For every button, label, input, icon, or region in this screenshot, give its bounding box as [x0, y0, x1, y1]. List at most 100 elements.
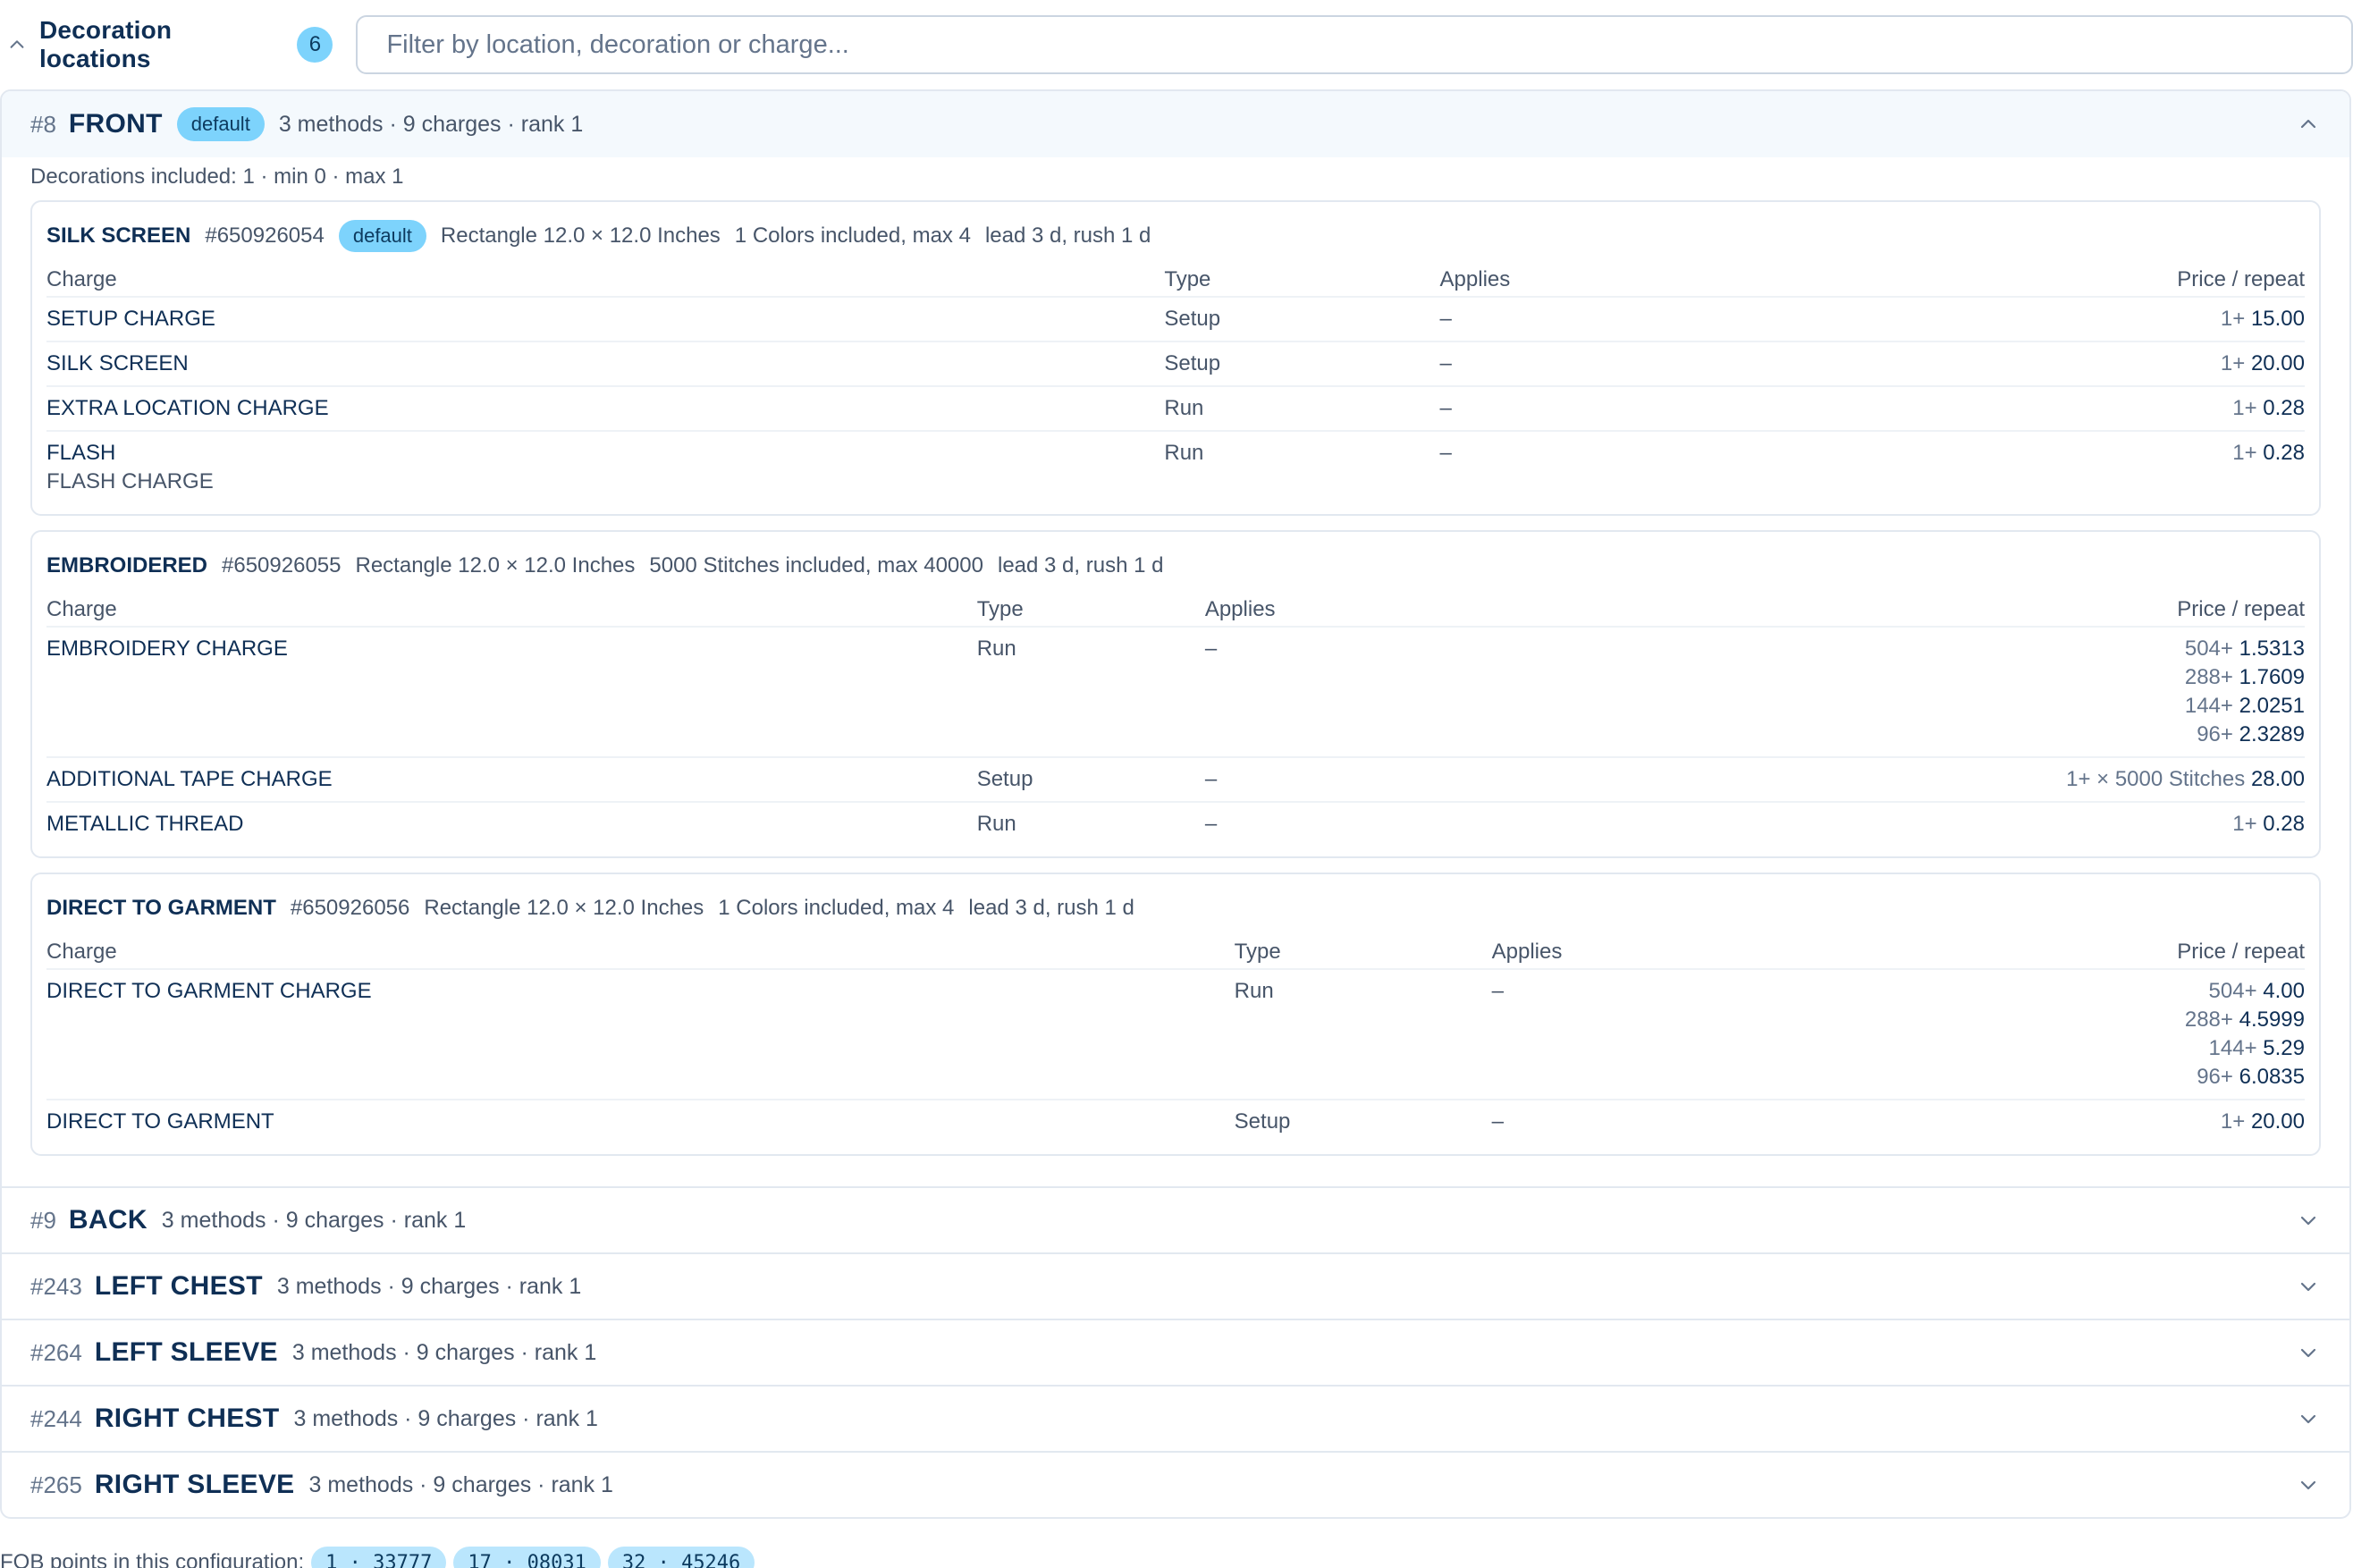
location-name: RIGHT CHEST [94, 1404, 280, 1433]
method-name: EMBROIDERED [46, 553, 208, 577]
price-amount: 4.5999 [2239, 1007, 2305, 1032]
column-header-type: Type [1234, 933, 1492, 970]
location-name: LEFT CHEST [94, 1271, 263, 1301]
table-row: DIRECT TO GARMENT Setup – 1+ 20.00 [46, 1100, 2305, 1143]
column-header-applies: Applies [1491, 933, 1876, 970]
charge-price: 1+ 20.00 [1876, 1100, 2305, 1143]
table-row: SETUP CHARGE Setup – 1+ 15.00 [46, 297, 2305, 342]
locations-list: #8 FRONT default 3 methods · 9 charges ·… [0, 89, 2351, 1519]
charge-type: Setup [976, 757, 1205, 803]
price-tier: 504+ 4.00 [1876, 977, 2305, 1006]
method-lead-time: lead 3 d, rush 1 d [997, 553, 1164, 577]
location-meta: 3 methods · 9 charges · rank 1 [291, 1339, 597, 1365]
location-row-left-chest[interactable]: #243 LEFT CHEST 3 methods · 9 charges · … [2, 1252, 2349, 1319]
location-number: #265 [30, 1471, 82, 1498]
chevron-down-icon [2300, 1480, 2316, 1490]
method-header: EMBROIDERED #650926055 Rectangle 12.0 × … [46, 548, 2305, 584]
location-row-back[interactable]: #9 BACK 3 methods · 9 charges · rank 1 [2, 1186, 2349, 1252]
method-card-silk-screen: SILK SCREEN #650926054 default Rectangle… [30, 200, 2321, 516]
location-meta: 3 methods · 9 charges · rank 1 [161, 1207, 467, 1233]
method-header: DIRECT TO GARMENT #650926056 Rectangle 1… [46, 890, 2305, 926]
charge-price-tiers: 504+ 1.5313 288+ 1.7609 144+ 2.0251 96+ … [1589, 627, 2305, 758]
location-meta: 3 methods · 9 charges · rank 1 [276, 1273, 582, 1299]
table-row: ADDITIONAL TAPE CHARGE Setup – 1+ × 5000… [46, 757, 2305, 803]
charge-name: METALLIC THREAD [46, 812, 244, 836]
charge-applies: – [1439, 341, 1824, 387]
fob-point-chip[interactable]: 17 · 08031 [453, 1547, 601, 1568]
charge-type: Setup [1164, 341, 1440, 387]
method-header: SILK SCREEN #650926054 default Rectangle… [46, 218, 2305, 254]
location-row-left-sleeve[interactable]: #264 LEFT SLEEVE 3 methods · 9 charges ·… [2, 1319, 2349, 1385]
filter-input[interactable] [356, 15, 2353, 74]
fob-label: FOB points in this configuration: [0, 1550, 305, 1568]
method-id: #650926055 [222, 553, 342, 577]
method-area: Rectangle 12.0 × 12.0 Inches [355, 553, 636, 577]
section-collapse-toggle[interactable] [2, 30, 32, 60]
charge-applies: – [1439, 386, 1824, 432]
price-qty: 1+ × 5000 Stitches [2066, 767, 2246, 791]
location-collapse-toggle[interactable] [2296, 112, 2321, 137]
charge-applies: – [1204, 812, 1218, 836]
fob-points: FOB points in this configuration: 1 · 33… [0, 1545, 755, 1568]
charge-type: Run [976, 627, 1205, 758]
decoration-locations-panel: Decoration locations 6 #8 FRONT default … [0, 0, 2353, 1568]
price-amount: 20.00 [2250, 351, 2305, 375]
location-row-right-sleeve[interactable]: #265 RIGHT SLEEVE 3 methods · 9 charges … [2, 1451, 2349, 1517]
location-expand-toggle[interactable] [2296, 1472, 2321, 1497]
charge-applies: – [1491, 1109, 1504, 1134]
chevron-down-icon [2300, 1216, 2316, 1226]
table-row: METALLIC THREAD Run – 1+ 0.28 [46, 802, 2305, 846]
charge-applies: – [1491, 969, 1876, 1100]
location-number: #243 [30, 1272, 82, 1300]
charge-price: 1+ 15.00 [1823, 297, 2305, 342]
method-area: Rectangle 12.0 × 12.0 Inches [440, 223, 721, 248]
column-header-price: Price / repeat [1876, 933, 2305, 970]
charge-type: Run [1164, 441, 1204, 465]
fob-point-chip[interactable]: 32 · 45246 [607, 1547, 755, 1568]
chevron-down-icon [2300, 1282, 2316, 1292]
price-tier: 288+ 4.5999 [1876, 1006, 2305, 1034]
column-header-applies: Applies [1439, 261, 1824, 298]
section-header: Decoration locations 6 [0, 14, 2353, 75]
location-name: BACK [68, 1205, 148, 1235]
location-row-front[interactable]: #8 FRONT default 3 methods · 9 charges ·… [2, 91, 2349, 157]
section-title: Decoration locations [38, 16, 173, 72]
decorations-included: Decorations included: 1 · min 0 · max 1 [30, 164, 404, 189]
location-meta: 3 methods · 9 charges · rank 1 [278, 111, 584, 137]
price-qty: 1+ [2220, 307, 2246, 331]
location-meta: 3 methods · 9 charges · rank 1 [293, 1405, 598, 1431]
location-expand-toggle[interactable] [2296, 1406, 2321, 1431]
location-number: #264 [30, 1338, 82, 1366]
location-expand-toggle[interactable] [2296, 1274, 2321, 1299]
price-amount: 2.3289 [2239, 722, 2305, 746]
fob-point-chip[interactable]: 1 · 33777 [311, 1547, 447, 1568]
method-card-direct-to-garment: DIRECT TO GARMENT #650926056 Rectangle 1… [30, 873, 2321, 1156]
table-row: SILK SCREEN Setup – 1+ 20.00 [46, 341, 2305, 387]
charge-cell: FLASH FLASH CHARGE [46, 431, 1164, 503]
charge-name: EXTRA LOCATION CHARGE [46, 386, 1165, 432]
table-row: EMBROIDERY CHARGE Run – 504+ 1.5313 288+… [46, 627, 2305, 758]
method-id: #650926054 [205, 223, 325, 248]
charge-type: Run [1164, 386, 1440, 432]
charge-name: EMBROIDERY CHARGE [46, 627, 977, 758]
method-lead-time: lead 3 d, rush 1 d [984, 223, 1151, 248]
charge-applies: – [1439, 297, 1824, 342]
location-name: FRONT [68, 109, 163, 139]
column-header-charge: Charge [46, 591, 977, 628]
location-expand-toggle[interactable] [2296, 1340, 2321, 1365]
charge-type: Run [976, 812, 1016, 836]
method-name: SILK SCREEN [46, 223, 191, 248]
column-header-charge: Charge [46, 261, 1165, 298]
location-body-front: Decorations included: 1 · min 0 · max 1 … [2, 157, 2349, 1186]
price-amount: 0.28 [2263, 441, 2305, 465]
charge-price: 1+ 20.00 [1823, 341, 2305, 387]
price-tier: 96+ 6.0835 [1876, 1063, 2305, 1092]
location-expand-toggle[interactable] [2296, 1208, 2321, 1233]
location-name: LEFT SLEEVE [94, 1337, 278, 1367]
location-row-right-chest[interactable]: #244 RIGHT CHEST 3 methods · 9 charges ·… [2, 1385, 2349, 1451]
charge-name: SILK SCREEN [46, 341, 1165, 387]
method-name: DIRECT TO GARMENT [46, 896, 276, 920]
price-amount: 1.5313 [2239, 636, 2305, 661]
price-qty: 504+ [2208, 979, 2257, 1003]
location-number: #8 [30, 110, 56, 138]
